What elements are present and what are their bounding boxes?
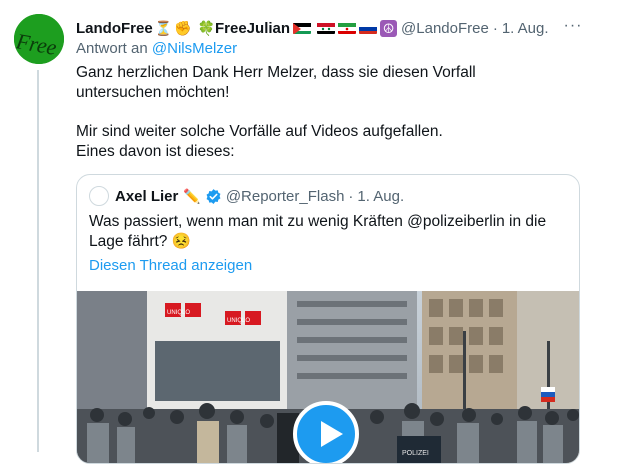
quoted-author-handle[interactable]: @Reporter_Flash — [226, 188, 345, 205]
reply-to-link[interactable]: @NilsMelzer — [152, 40, 237, 57]
reply-prefix: Antwort an — [76, 40, 148, 57]
pencil-emoji: ✏️ — [183, 187, 201, 204]
russia-flag-icon — [359, 22, 378, 34]
video-thumbnail[interactable]: UNIQLO UNIQLO POLIZEI — [77, 291, 579, 463]
quoted-date[interactable]: 1. Aug. — [357, 188, 404, 205]
quoted-tweet[interactable]: Axel Lier ✏️ @Reporter_Flash · 1. Aug. W… — [76, 174, 580, 464]
avatar-image: Free — [14, 14, 64, 64]
tweet-text-line-2: Mir sind weiter solche Vorfälle auf Vide… — [76, 123, 443, 140]
tweet-text-line-1: Ganz herzlichen Dank Herr Melzer, dass s… — [76, 64, 476, 101]
syria-flag-icon — [317, 22, 336, 34]
author-name[interactable]: LandoFree — [76, 20, 153, 37]
store-sign-1: UNIQLO — [167, 310, 190, 316]
quoted-tweet-header: Axel Lier ✏️ @Reporter_Flash · 1. Aug. — [89, 185, 404, 207]
play-icon — [321, 421, 343, 447]
play-button[interactable] — [293, 401, 359, 463]
quoted-separator-dot: · — [348, 187, 354, 205]
reply-to: Antwort an @NilsMelzer — [76, 40, 237, 57]
palestine-flag-icon — [293, 22, 312, 34]
persevering-face-emoji: 😣 — [171, 233, 192, 250]
more-icon[interactable]: ··· — [562, 17, 584, 39]
clover-emoji: 🍀 — [197, 19, 215, 36]
tweet-header: LandoFree ⏳ ✊ 🍀 FreeJulian ☮ @LandoFree … — [76, 17, 549, 39]
tweet-date[interactable]: 1. Aug. — [502, 20, 549, 37]
quoted-avatar[interactable] — [89, 186, 109, 206]
store-sign-2: UNIQLO — [227, 318, 250, 324]
police-text: POLIZEI — [402, 450, 429, 457]
quoted-author-name[interactable]: Axel Lier — [115, 188, 178, 205]
avatar[interactable]: Free — [14, 14, 64, 64]
fist-emoji: ✊ — [174, 19, 192, 36]
iran-flag-icon — [338, 22, 357, 34]
tweet-text: Ganz herzlichen Dank Herr Melzer, dass s… — [76, 63, 546, 162]
quoted-tweet-text: Was passiert, wenn man mit zu wenig Kräf… — [89, 212, 559, 252]
author-name-2[interactable]: FreeJulian — [215, 20, 290, 37]
tweet-text-line-3: Eines davon ist dieses: — [76, 143, 235, 160]
separator-dot: · — [492, 19, 498, 37]
show-thread-link[interactable]: Diesen Thread anzeigen — [89, 257, 252, 274]
hourglass-emoji: ⏳ — [154, 19, 173, 36]
verified-icon — [205, 188, 222, 205]
peace-icon: ☮ — [380, 19, 398, 37]
quoted-text-body: Was passiert, wenn man mit zu wenig Kräf… — [89, 213, 547, 250]
thread-line — [37, 70, 39, 452]
author-handle[interactable]: @LandoFree — [401, 20, 489, 37]
tweet[interactable]: Free LandoFree ⏳ ✊ 🍀 FreeJulian ☮ @Lando… — [0, 0, 617, 464]
